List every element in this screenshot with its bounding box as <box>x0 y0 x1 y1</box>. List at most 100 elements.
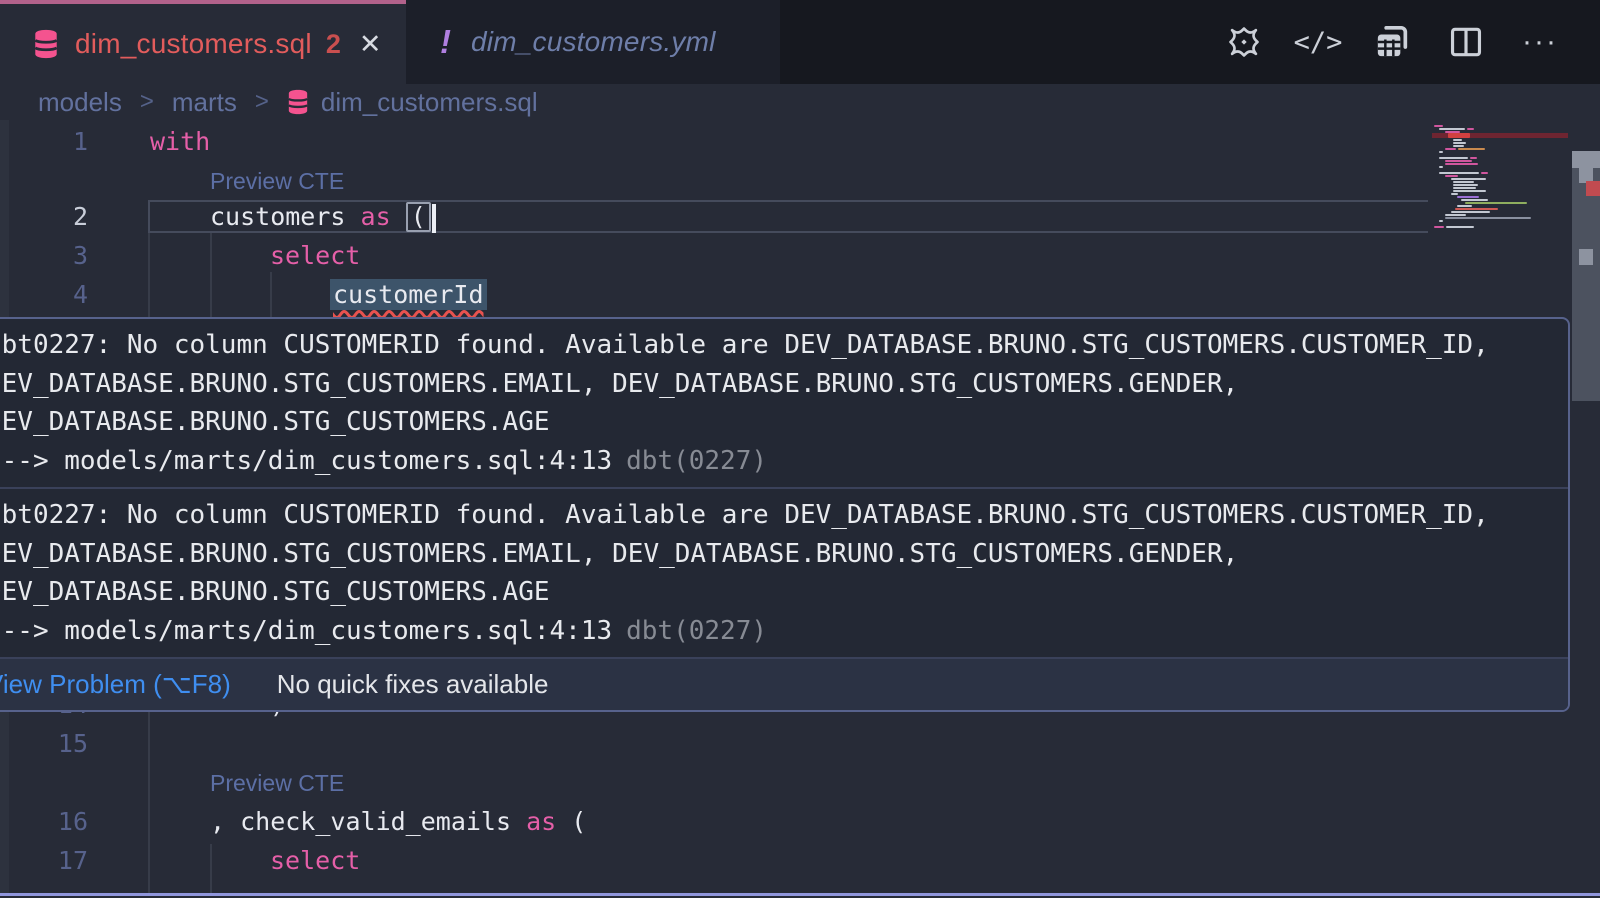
minimap-line <box>1432 181 1568 183</box>
code-lens[interactable]: Preview CTE <box>210 167 344 195</box>
quick-fix-hint: No quick fixes available <box>277 669 549 700</box>
error-text: DEV_DATABASE.BRUNO.STG_CUSTOMERS.EMAIL, … <box>0 365 1568 404</box>
minimap-token <box>1453 139 1462 141</box>
minimap-token <box>1453 187 1476 189</box>
minimap-token <box>1446 226 1474 228</box>
minimap-line <box>1432 169 1568 171</box>
minimap-token <box>1439 172 1479 174</box>
minimap-token <box>1453 190 1486 192</box>
minimap-line <box>1432 148 1568 150</box>
minimap-line <box>1432 223 1568 225</box>
minimap-token <box>1457 196 1479 198</box>
line-number-2[interactable]: 2 <box>0 200 88 234</box>
error-text: DEV_DATABASE.BRUNO.STG_CUSTOMERS.EMAIL, … <box>0 535 1568 574</box>
close-icon[interactable]: ✕ <box>359 29 382 60</box>
breadcrumb-item-file[interactable]: dim_customers.sql <box>321 87 538 118</box>
line-number-4[interactable]: 4 <box>0 278 88 312</box>
code-line-4[interactable]: customerId <box>330 278 487 312</box>
minimap-line <box>1432 202 1568 204</box>
error-location-path[interactable]: --> models/marts/dim_customers.sql:4:13 <box>0 616 612 646</box>
minimap-line <box>1432 193 1568 195</box>
breadcrumb-item-marts[interactable]: marts <box>172 87 237 118</box>
minimap-token <box>1445 214 1466 216</box>
error-location-path[interactable]: --> models/marts/dim_customers.sql:4:13 <box>0 446 612 476</box>
code-line-17[interactable]: select <box>270 844 360 878</box>
line-number-15[interactable]: 15 <box>0 727 88 761</box>
query-results-table-icon[interactable] <box>1372 20 1412 64</box>
minimap-token <box>1445 160 1472 162</box>
error-hover-popup[interactable]: dbt0227: No column CUSTOMERID found. Ava… <box>0 317 1570 712</box>
code-token: select <box>270 846 360 875</box>
minimap-token <box>1445 148 1456 150</box>
line-number-17[interactable]: 17 <box>0 844 88 878</box>
split-editor-icon[interactable] <box>1446 20 1486 64</box>
code-line-1[interactable]: with <box>150 125 210 159</box>
line-number-1[interactable]: 1 <box>0 125 88 159</box>
tab-dim-customers-yml[interactable]: ! dim_customers.yml <box>406 0 780 84</box>
error-text: dbt0227: No column CUSTOMERID found. Ava… <box>0 326 1568 365</box>
problem-count-badge: 2 <box>326 29 341 60</box>
code-token: , check_valid_emails <box>210 807 526 836</box>
minimap-token <box>1458 148 1485 150</box>
minimap-line <box>1432 208 1568 210</box>
indent-guide <box>148 233 150 317</box>
overview-error-marker <box>1586 181 1600 196</box>
minimap-token <box>1461 199 1488 201</box>
scrollbar[interactable] <box>1572 120 1600 898</box>
error-text: DEV_DATABASE.BRUNO.STG_CUSTOMERS.AGE <box>0 403 1568 442</box>
minimap-line <box>1432 163 1568 165</box>
minimap-token <box>1455 208 1498 210</box>
minimap-token <box>1439 128 1465 130</box>
code-line-2[interactable]: customers as ( <box>210 200 436 234</box>
popup-status-bar: View Problem (⌥F8) No quick fixes availa… <box>0 657 1568 710</box>
tab-dim-customers-sql[interactable]: dim_customers.sql 2 ✕ <box>0 0 406 84</box>
minimap-line <box>1432 217 1568 219</box>
code-token: as <box>361 202 391 231</box>
line-number-3[interactable]: 3 <box>0 239 88 273</box>
minimap-line <box>1432 154 1568 156</box>
minimap-token <box>1467 128 1474 130</box>
minimap-line <box>1432 214 1568 216</box>
indent-guide <box>270 272 272 317</box>
more-actions-icon[interactable]: ··· <box>1520 20 1560 64</box>
minimap-token <box>1445 163 1478 165</box>
minimap-token <box>1465 202 1527 204</box>
minimap-token <box>1451 193 1458 195</box>
chevron-right-icon: > <box>255 88 269 116</box>
view-problem-link[interactable]: View Problem (⌥F8) <box>0 669 231 700</box>
minimap-line <box>1432 211 1568 213</box>
error-location: --> models/marts/dim_customers.sql:4:13 d… <box>0 442 1568 481</box>
minimap-line <box>1432 145 1568 147</box>
code-lens[interactable]: Preview CTE <box>210 769 344 797</box>
minimap-token <box>1439 151 1443 153</box>
minimap-line <box>1432 139 1568 141</box>
error-code: dbt(0227) <box>626 446 767 476</box>
minimap-token <box>1453 181 1474 183</box>
indent-guide <box>210 233 212 317</box>
error-code: dbt(0227) <box>626 616 767 646</box>
line-number-16[interactable]: 16 <box>0 805 88 839</box>
tab-bar: dim_customers.sql 2 ✕ ! dim_customers.ym… <box>0 0 1600 84</box>
tab-label: dim_customers.sql <box>75 28 312 60</box>
database-icon <box>287 89 309 115</box>
error-message-block: dbt0227: No column CUSTOMERID found. Ava… <box>0 487 1568 657</box>
minimap-token <box>1451 178 1486 180</box>
code-line-3[interactable]: select <box>270 239 360 273</box>
minimap-line <box>1432 187 1568 189</box>
breadcrumb-item-models[interactable]: models <box>38 87 122 118</box>
minimap-line <box>1432 196 1568 198</box>
open-code-icon[interactable]: </> <box>1298 20 1338 64</box>
editor-actions: </> ··· <box>1224 20 1560 64</box>
panel-divider[interactable] <box>0 893 1600 896</box>
minimap-token <box>1445 175 1458 177</box>
minimap-token <box>1439 166 1443 168</box>
minimap-line <box>1432 220 1568 222</box>
dbt-logo-icon[interactable] <box>1224 20 1264 64</box>
minimap-line <box>1432 166 1568 168</box>
minimap-line <box>1432 133 1568 138</box>
code-token: ( <box>556 807 586 836</box>
minimap-token <box>1439 157 1468 159</box>
minimap-token <box>1453 142 1466 144</box>
code-line-16[interactable]: , check_valid_emails as ( <box>210 805 586 839</box>
minimap[interactable] <box>1432 125 1568 229</box>
